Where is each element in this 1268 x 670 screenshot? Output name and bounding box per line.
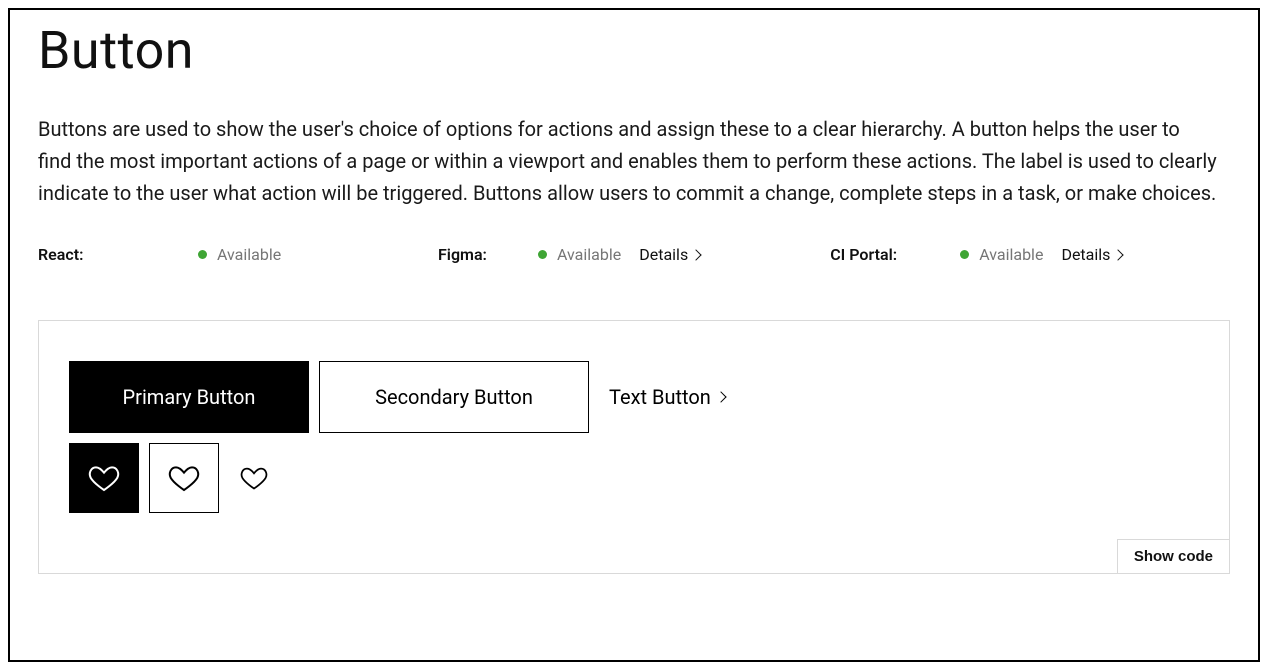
figma-label: Figma: [438,245,487,264]
component-description: Buttons are used to show the user's choi… [38,113,1218,209]
status-dot-icon [960,250,969,259]
text-button-label: Text Button [609,385,711,409]
secondary-button[interactable]: Secondary Button [319,361,589,433]
show-code-button[interactable]: Show code [1117,539,1230,574]
chevron-right-icon [1113,249,1124,260]
figma-details-text: Details [639,245,688,264]
availability-ciportal-status: Available Details [960,245,1122,264]
availability-figma-status: Available Details [538,245,700,264]
availability-react: React: [38,245,198,264]
heart-icon [168,462,200,494]
status-dot-icon [198,250,207,259]
preview-panel: Primary Button Secondary Button Text But… [38,320,1230,574]
icon-button-row [69,443,1199,513]
primary-button[interactable]: Primary Button [69,361,309,433]
chevron-right-icon [715,391,726,402]
ciportal-label: CI Portal: [830,245,897,264]
chevron-right-icon [691,249,702,260]
ciportal-details-link[interactable]: Details [1061,245,1122,264]
button-row: Primary Button Secondary Button Text But… [69,361,1199,433]
availability-row: React: Available Figma: Available Detail… [38,245,1230,264]
ciportal-status: Available [979,245,1043,264]
react-status: Available [217,245,281,264]
ciportal-details-text: Details [1061,245,1110,264]
figma-status: Available [557,245,621,264]
react-label: React: [38,245,83,264]
text-icon-button[interactable] [229,453,279,503]
figma-details-link[interactable]: Details [639,245,700,264]
availability-ciportal: CI Portal: [830,245,960,264]
heart-icon [88,462,120,494]
page-title: Button [38,20,1230,81]
status-dot-icon [538,250,547,259]
heart-icon [240,464,268,492]
primary-icon-button[interactable] [69,443,139,513]
page-frame: Button Buttons are used to show the user… [8,8,1260,662]
availability-react-status: Available [198,245,438,264]
text-button[interactable]: Text Button [599,361,735,433]
secondary-icon-button[interactable] [149,443,219,513]
availability-figma: Figma: [438,245,538,264]
